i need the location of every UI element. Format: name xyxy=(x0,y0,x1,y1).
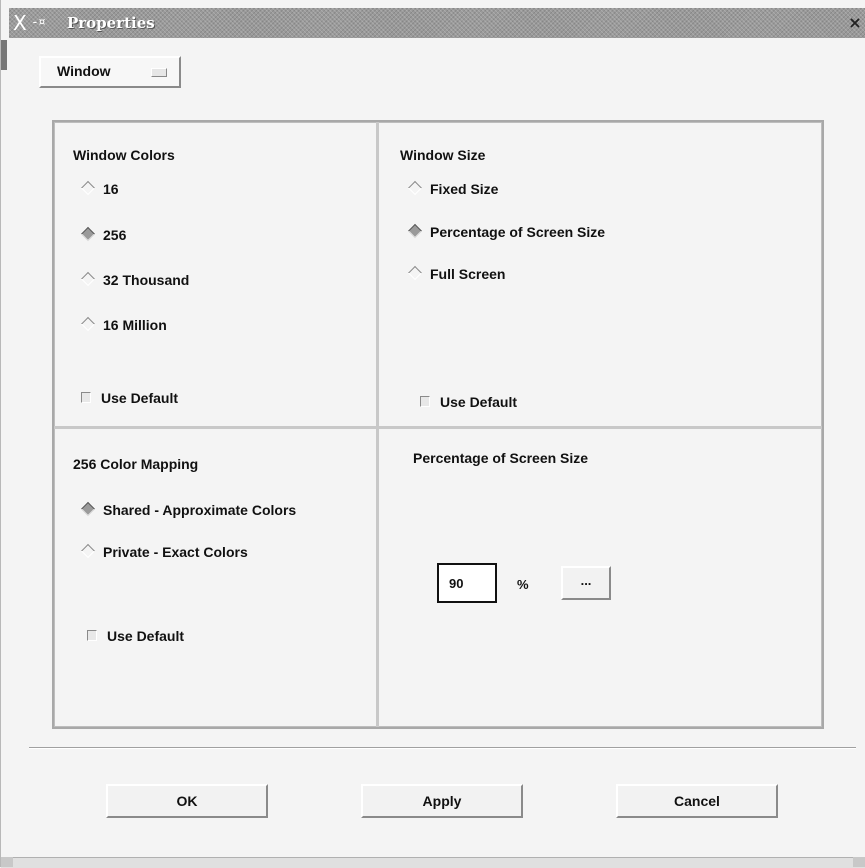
category-option-menu[interactable]: Window xyxy=(39,56,181,88)
radio-diamond-icon xyxy=(80,180,96,196)
radio-diamond-icon xyxy=(407,265,423,281)
radio-diamond-icon xyxy=(407,180,423,196)
scroll-left-icon[interactable] xyxy=(1,857,13,867)
frame-divider xyxy=(376,122,379,727)
option-menu-indicator-icon xyxy=(151,68,167,77)
x-window-icon: X xyxy=(13,11,27,35)
radio-diamond-selected-icon xyxy=(80,501,96,517)
window-size-title: Window Size xyxy=(400,147,486,163)
checkbox-icon xyxy=(81,392,91,403)
dialog-separator xyxy=(29,747,856,749)
horizontal-scrollbar[interactable] xyxy=(1,857,865,868)
checkbox-icon xyxy=(87,630,97,641)
title-bar[interactable]: X -¤ Properties × xyxy=(9,8,865,38)
percent-unit-label: % xyxy=(517,577,529,592)
window-colors-title: Window Colors xyxy=(73,147,175,163)
checkbox-label: Use Default xyxy=(101,390,179,406)
ok-button[interactable]: OK xyxy=(106,784,268,818)
checkbox-label: Use Default xyxy=(107,628,185,644)
checkbox-icon xyxy=(420,396,430,407)
frame-divider xyxy=(54,426,822,429)
cancel-button[interactable]: Cancel xyxy=(616,784,778,818)
color-mapping-frame: 256 Color Mapping Shared - Approximate C… xyxy=(54,427,377,727)
radio-label: 32 Thousand xyxy=(103,272,190,288)
scroll-right-icon[interactable] xyxy=(853,857,865,867)
radio-label: 16 Million xyxy=(103,317,167,333)
checkbox-label: Use Default xyxy=(440,394,518,410)
window-title: Properties xyxy=(67,14,155,32)
properties-panel: Window Colors 16 256 32 Thousand 16 Mill… xyxy=(52,120,824,729)
browse-button[interactable]: ... xyxy=(561,566,611,600)
radio-diamond-icon xyxy=(80,271,96,287)
window-colors-frame: Window Colors 16 256 32 Thousand 16 Mill… xyxy=(54,122,377,427)
category-option-label: Window xyxy=(57,63,111,79)
percentage-input[interactable] xyxy=(437,563,497,603)
radio-diamond-selected-icon xyxy=(407,223,423,239)
window-edge-marker xyxy=(1,40,7,70)
radio-label: Full Screen xyxy=(430,266,506,282)
properties-dialog: X -¤ Properties × Window Window Colors 1… xyxy=(0,0,865,868)
radio-label: Private - Exact Colors xyxy=(103,544,248,560)
window-menu-icon[interactable]: -¤ xyxy=(31,13,46,33)
color-mapping-title: 256 Color Mapping xyxy=(73,456,199,472)
radio-diamond-selected-icon xyxy=(80,226,96,242)
radio-label: 256 xyxy=(103,227,127,243)
close-icon[interactable]: × xyxy=(846,14,864,32)
radio-label: 16 xyxy=(103,181,119,197)
radio-diamond-icon xyxy=(80,543,96,559)
window-size-frame: Window Size Fixed Size Percentage of Scr… xyxy=(377,122,822,427)
radio-label: Fixed Size xyxy=(430,181,499,197)
radio-label: Shared - Approximate Colors xyxy=(103,502,297,518)
apply-button[interactable]: Apply xyxy=(361,784,523,818)
radio-diamond-icon xyxy=(80,316,96,332)
percentage-title: Percentage of Screen Size xyxy=(413,450,589,466)
radio-label: Percentage of Screen Size xyxy=(430,224,606,240)
